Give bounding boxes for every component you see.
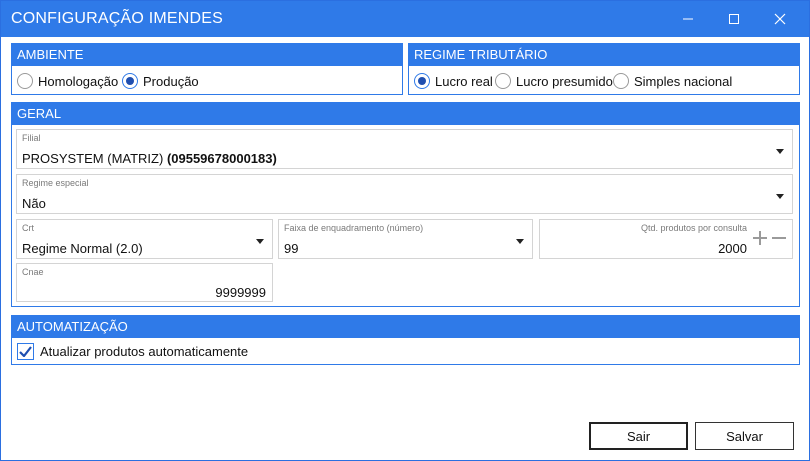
plus-icon[interactable]	[752, 229, 768, 249]
atualizar-produtos-checkbox[interactable]: Atualizar produtos automaticamente	[12, 340, 312, 362]
automatizacao-section: AUTOMATIZAÇÃO Atualizar produtos automat…	[11, 315, 800, 365]
faixa-select[interactable]: Faixa de enquadramento (número) 99	[278, 219, 533, 259]
cnae-label: Cnae	[22, 267, 44, 277]
checkmark-icon	[19, 346, 32, 357]
radio-simples-nacional[interactable]: Simples nacional	[613, 73, 732, 89]
radio-lucro-real[interactable]: Lucro real	[414, 73, 493, 89]
plus-svg	[753, 231, 767, 245]
filial-name: PROSYSTEM (MATRIZ)	[22, 151, 164, 166]
cnae-field[interactable]: Cnae 9999999	[16, 263, 273, 302]
ambiente-section: AMBIENTE Homologação Produção	[11, 43, 403, 95]
radio-circle-selected	[414, 73, 430, 89]
title-bar[interactable]: CONFIGURAÇÃO IMENDES	[1, 1, 809, 37]
crt-label: Crt	[22, 223, 34, 233]
minus-icon[interactable]	[771, 229, 787, 249]
maximize-button[interactable]	[711, 1, 757, 37]
radio-label: Homologação	[38, 73, 119, 89]
radio-circle	[495, 73, 511, 89]
regime-tributario-header: REGIME TRIBUTÁRIO	[409, 44, 799, 66]
chevron-down-icon	[516, 239, 524, 244]
regime-especial-label: Regime especial	[22, 178, 89, 188]
minimize-icon	[683, 18, 693, 20]
filial-label: Filial	[22, 133, 41, 143]
radio-circle	[613, 73, 629, 89]
radio-lucro-presumido[interactable]: Lucro presumido	[495, 73, 613, 89]
faixa-value: 99	[284, 241, 299, 256]
chevron-down-icon	[776, 149, 784, 154]
checkbox-label: Atualizar produtos automaticamente	[40, 344, 249, 359]
minus-svg	[772, 237, 786, 239]
radio-circle	[17, 73, 33, 89]
salvar-button[interactable]: Salvar	[695, 422, 794, 450]
faixa-label: Faixa de enquadramento (número)	[284, 223, 424, 233]
radio-circle-selected	[122, 73, 138, 89]
radio-label: Simples nacional	[634, 73, 733, 89]
checkbox-box	[17, 343, 34, 360]
ambiente-header: AMBIENTE	[12, 44, 402, 66]
regime-especial-select[interactable]: Regime especial Não	[16, 174, 793, 214]
radio-producao[interactable]: Produção	[122, 73, 199, 89]
qtd-label: Qtd. produtos por consulta	[640, 223, 747, 233]
regime-tributario-section: REGIME TRIBUTÁRIO Lucro real Lucro presu…	[408, 43, 800, 95]
geral-header: GERAL	[12, 103, 799, 125]
automatizacao-header: AUTOMATIZAÇÃO	[12, 316, 799, 338]
filial-code: (09559678000183)	[166, 151, 277, 166]
radio-label: Lucro presumido	[516, 73, 613, 89]
maximize-icon	[729, 14, 739, 24]
close-button[interactable]	[757, 1, 803, 37]
geral-section: GERAL Filial PROSYSTEM (MATRIZ) (0955967…	[11, 102, 800, 307]
radio-label: Produção	[143, 73, 199, 89]
regime-especial-value: Não	[22, 196, 46, 211]
crt-select[interactable]: Crt Regime Normal (2.0)	[16, 219, 273, 259]
chevron-down-icon	[776, 194, 784, 199]
filial-select[interactable]: Filial PROSYSTEM (MATRIZ) (0955967800018…	[16, 129, 793, 169]
crt-value: Regime Normal (2.0)	[22, 241, 143, 256]
close-icon	[774, 13, 786, 25]
window-title: CONFIGURAÇÃO IMENDES	[11, 10, 224, 27]
qtd-value: 2000	[718, 241, 747, 256]
filial-value: PROSYSTEM (MATRIZ) (09559678000183)	[22, 151, 277, 166]
cnae-value: 9999999	[215, 285, 266, 300]
radio-homologacao[interactable]: Homologação	[17, 73, 118, 89]
qtd-produtos-field[interactable]: Qtd. produtos por consulta 2000	[539, 219, 793, 259]
radio-label: Lucro real	[435, 73, 493, 89]
config-window: CONFIGURAÇÃO IMENDES AMBIENTE Homologaçã…	[0, 0, 810, 461]
minimize-button[interactable]	[665, 1, 711, 37]
sair-button[interactable]: Sair	[589, 422, 688, 450]
chevron-down-icon	[256, 239, 264, 244]
